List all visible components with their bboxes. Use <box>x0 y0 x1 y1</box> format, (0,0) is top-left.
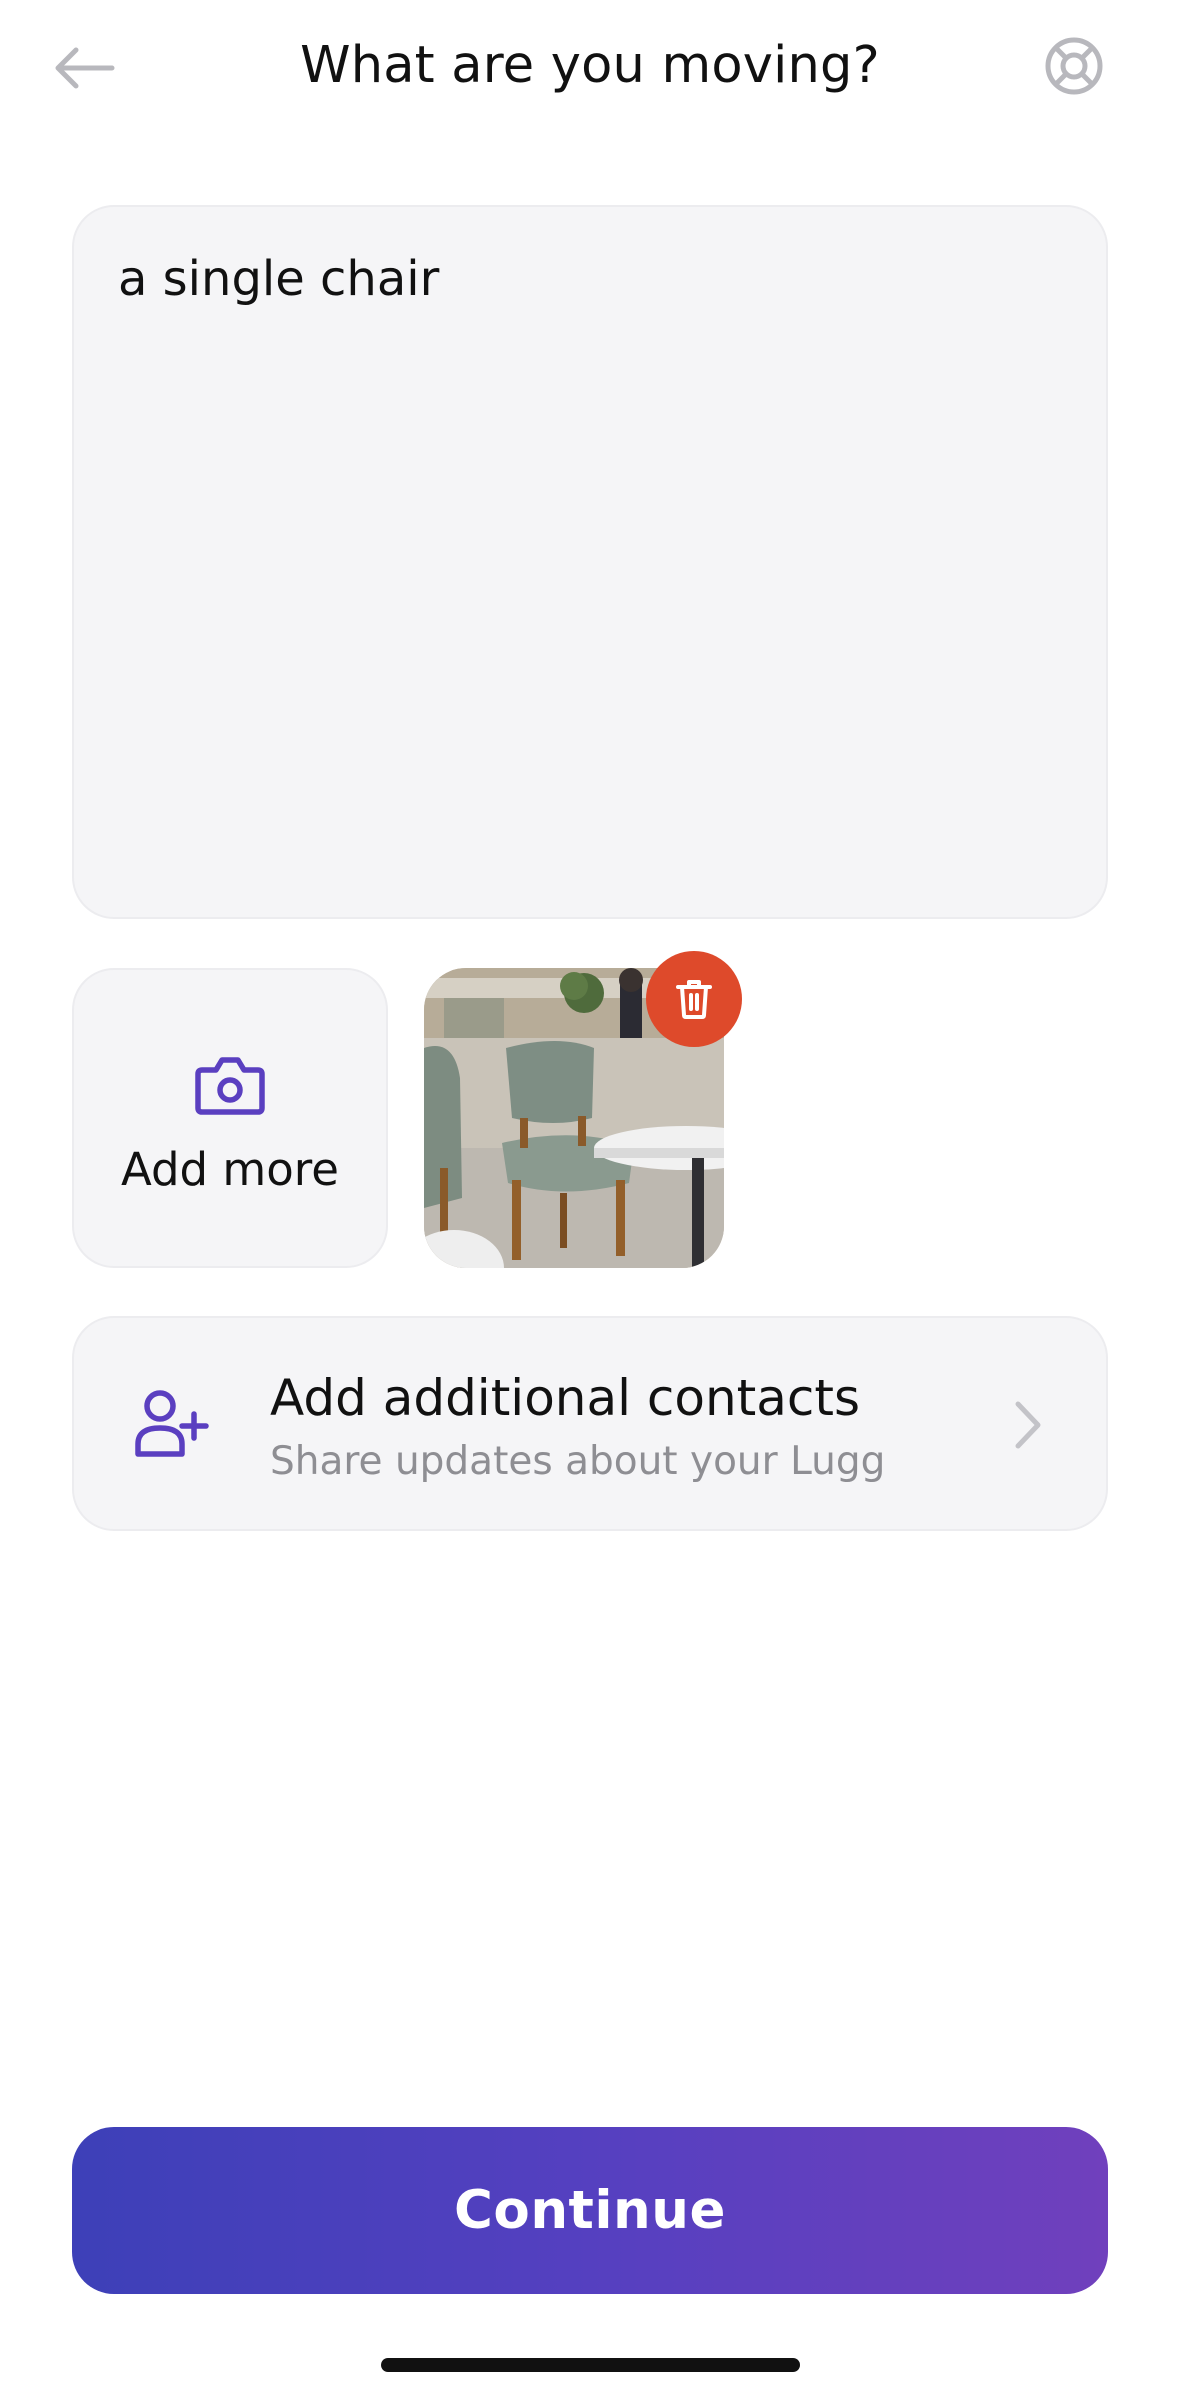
help-button[interactable] <box>1040 32 1108 100</box>
home-indicator[interactable] <box>381 2358 800 2372</box>
header-bar: What are you moving? <box>0 0 1179 140</box>
arrow-left-icon <box>55 47 115 89</box>
lifebuoy-icon <box>1045 37 1103 95</box>
add-contacts-row[interactable]: Add additional contacts Share updates ab… <box>72 1316 1108 1531</box>
chevron-right-icon <box>1015 1401 1041 1449</box>
add-contacts-subtitle: Share updates about your Lugg <box>270 1439 886 1484</box>
continue-button[interactable]: Continue <box>72 2127 1108 2294</box>
add-contacts-title: Add additional contacts <box>270 1369 861 1427</box>
add-more-label: Add more <box>121 1143 339 1196</box>
delete-photo-button[interactable] <box>646 951 742 1047</box>
trash-icon <box>676 980 712 1019</box>
add-more-photos-button[interactable]: Add more <box>72 968 388 1268</box>
description-value: a single chair <box>118 251 440 307</box>
back-button[interactable] <box>48 36 120 100</box>
add-person-icon <box>135 1390 209 1457</box>
page-title: What are you moving? <box>300 36 880 95</box>
camera-icon <box>195 1057 265 1115</box>
description-textarea[interactable]: a single chair <box>72 205 1108 919</box>
